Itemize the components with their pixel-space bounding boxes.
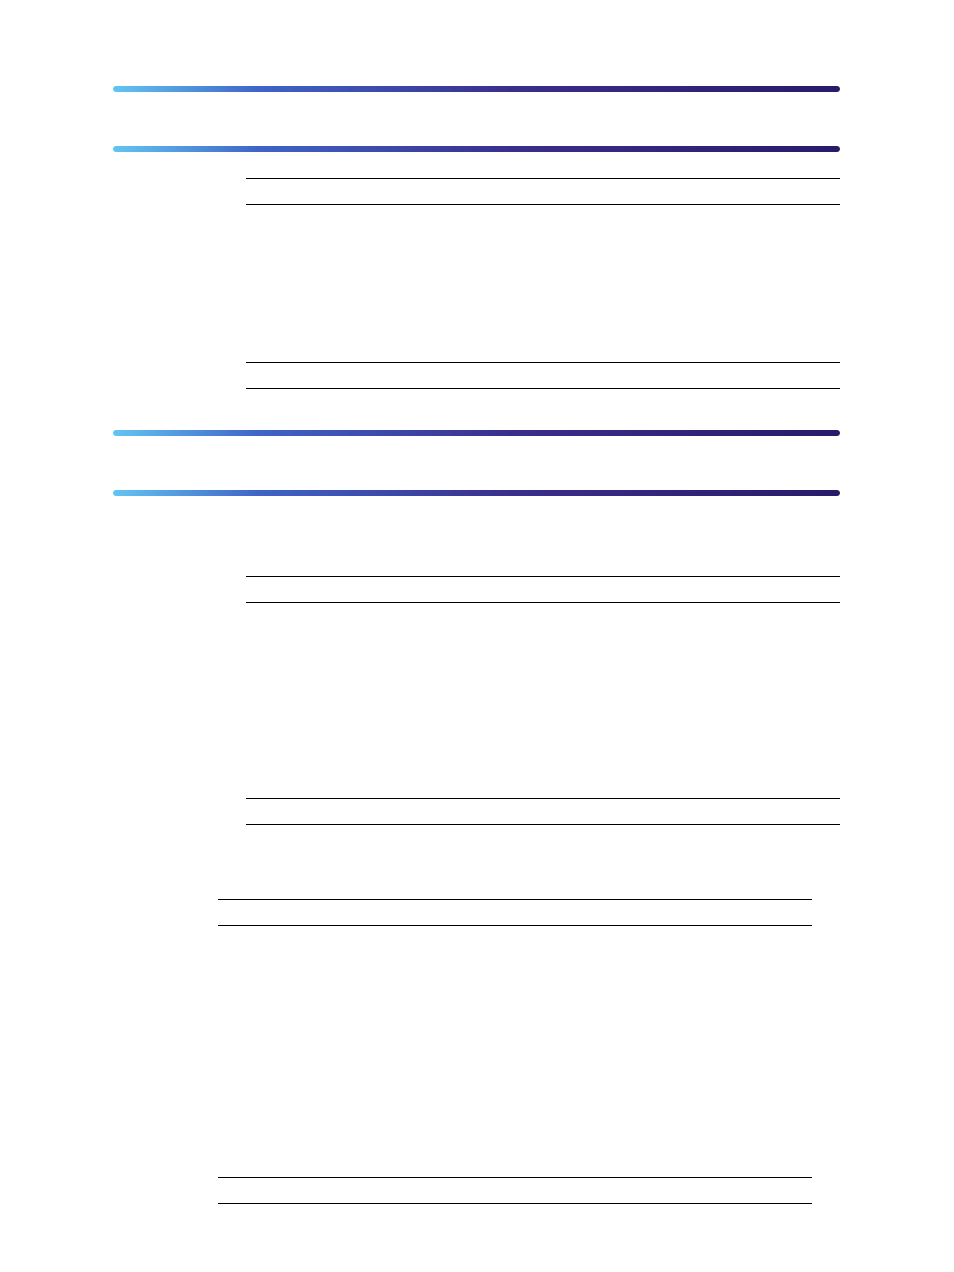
gradient-divider-0 — [113, 86, 840, 92]
thin-divider-4 — [246, 576, 840, 577]
thin-divider-8 — [218, 899, 812, 900]
thin-divider-6 — [246, 798, 840, 799]
thin-divider-0 — [246, 178, 840, 179]
gradient-divider-3 — [113, 490, 840, 496]
thin-divider-7 — [246, 824, 840, 825]
thin-divider-11 — [218, 1203, 812, 1204]
thin-divider-1 — [246, 204, 840, 205]
thin-divider-2 — [246, 362, 840, 363]
gradient-divider-2 — [113, 430, 840, 436]
thin-divider-9 — [218, 925, 812, 926]
thin-divider-3 — [246, 388, 840, 389]
document-page — [0, 0, 954, 1272]
thin-divider-5 — [246, 602, 840, 603]
thin-divider-10 — [218, 1177, 812, 1178]
gradient-divider-1 — [113, 146, 840, 152]
